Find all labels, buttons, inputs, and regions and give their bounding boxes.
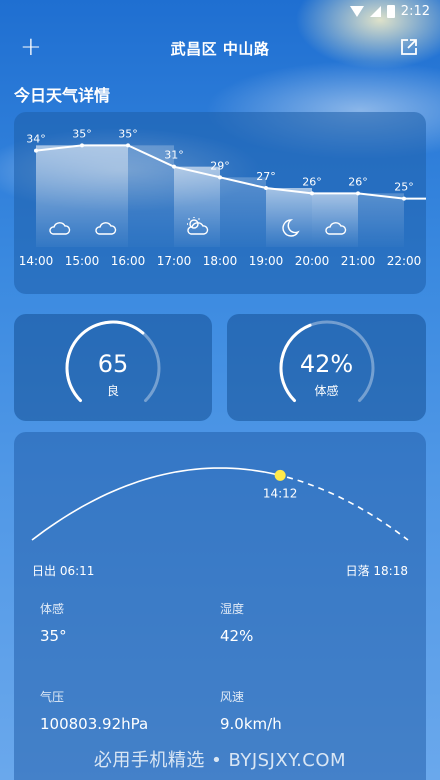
sun-details-card: 14:12 日出 06:11 日落 18:18 体感 35° 湿度 42% 气压… xyxy=(14,432,426,780)
hour-label: 15:00 xyxy=(65,254,100,268)
detail-feels-like: 体感 35° xyxy=(40,600,67,645)
hour-label: 20:00 xyxy=(295,254,330,268)
hour-column xyxy=(220,177,266,247)
detail-value: 35° xyxy=(40,627,67,645)
hour-column xyxy=(358,193,404,247)
sun-arc-remaining xyxy=(276,473,409,541)
hour-column xyxy=(36,145,82,247)
temperature-point xyxy=(356,191,360,196)
status-time: 2:12 xyxy=(400,3,430,19)
temperature-point xyxy=(402,196,406,201)
detail-key: 气压 xyxy=(40,690,65,704)
add-city-button[interactable]: + xyxy=(20,32,42,62)
detail-humidity: 湿度 42% xyxy=(220,600,253,645)
detail-value: 42% xyxy=(220,627,254,645)
section-title: 今日天气详情 xyxy=(14,86,111,105)
app-bar: + 武昌区 中山路 xyxy=(0,30,440,66)
detail-pressure: 气压 100803.92hPa xyxy=(40,688,148,733)
share-icon[interactable] xyxy=(400,38,418,56)
hour-label: 21:00 xyxy=(341,254,376,268)
detail-value: 9.0km/h xyxy=(220,715,282,733)
watermark: 必用手机精选 • BYJSJXY.COM xyxy=(93,750,347,771)
humidity-card[interactable]: 42% 体感 xyxy=(227,314,426,421)
sunrise-time: 日出 06:11 xyxy=(32,564,95,578)
hour-label: 19:00 xyxy=(249,254,284,268)
hour-label: 14:00 xyxy=(19,254,54,268)
temperature-point xyxy=(80,143,84,148)
temperature-point xyxy=(126,143,130,148)
temperature-label: 31° xyxy=(164,149,184,162)
sun-current-time: 14:12 xyxy=(263,486,298,500)
temperature-point xyxy=(34,148,38,153)
detail-key: 风速 xyxy=(220,690,245,704)
aqi-card[interactable]: 65 良 xyxy=(14,314,212,421)
battery-icon xyxy=(386,4,395,18)
temperature-label: 35° xyxy=(72,127,92,140)
humidity-label: 体感 xyxy=(314,383,339,398)
hour-column xyxy=(82,145,128,247)
temperature-label: 25° xyxy=(394,181,414,194)
sun-arc-elapsed xyxy=(31,467,277,541)
sunset-time: 日落 18:18 xyxy=(345,564,408,578)
humidity-gauge: 42% 体感 xyxy=(277,318,377,418)
temperature-point xyxy=(264,186,268,190)
detail-key: 湿度 xyxy=(220,602,245,616)
sun-arc: 14:12 xyxy=(31,467,409,541)
status-bar: 2:12 xyxy=(0,0,440,22)
detail-wind-speed: 风速 9.0km/h xyxy=(220,688,282,733)
location-title: 武昌区 中山路 xyxy=(170,39,270,58)
temperature-point xyxy=(172,164,176,169)
aqi-gauge: 65 良 xyxy=(63,318,163,418)
temperature-label: 29° xyxy=(210,159,230,172)
aqi-value: 65 xyxy=(97,349,129,378)
sun-position-icon xyxy=(274,469,286,481)
humidity-value: 42% xyxy=(299,349,354,378)
hour-label: 22:00 xyxy=(387,254,422,268)
hour-column xyxy=(174,166,220,247)
hour-column xyxy=(312,193,358,247)
hour-column xyxy=(266,188,312,247)
signal-icon xyxy=(369,5,381,17)
detail-key: 体感 xyxy=(40,602,65,616)
temperature-label: 26° xyxy=(348,175,368,188)
wifi-icon xyxy=(349,5,364,17)
temperature-point xyxy=(218,175,222,180)
detail-value: 100803.92hPa xyxy=(40,715,149,733)
temperature-label: 35° xyxy=(118,127,138,140)
hour-label: 18:00 xyxy=(203,254,238,268)
aqi-label: 良 xyxy=(106,383,119,398)
hourly-chart: 34° 14:00 35° 15:00 35° 16:00 31° 17:00 29° 18:00… xyxy=(19,127,426,268)
temperature-label: 27° xyxy=(256,170,276,183)
hour-label: 17:00 xyxy=(157,254,192,268)
hour-label: 16:00 xyxy=(111,254,146,268)
temperature-label: 26° xyxy=(302,175,322,188)
temperature-point xyxy=(310,191,314,196)
temperature-label: 34° xyxy=(26,133,46,146)
hourly-forecast-card: 34° 14:00 35° 15:00 35° 16:00 31° 17:00 29° 18:00… xyxy=(14,112,426,294)
